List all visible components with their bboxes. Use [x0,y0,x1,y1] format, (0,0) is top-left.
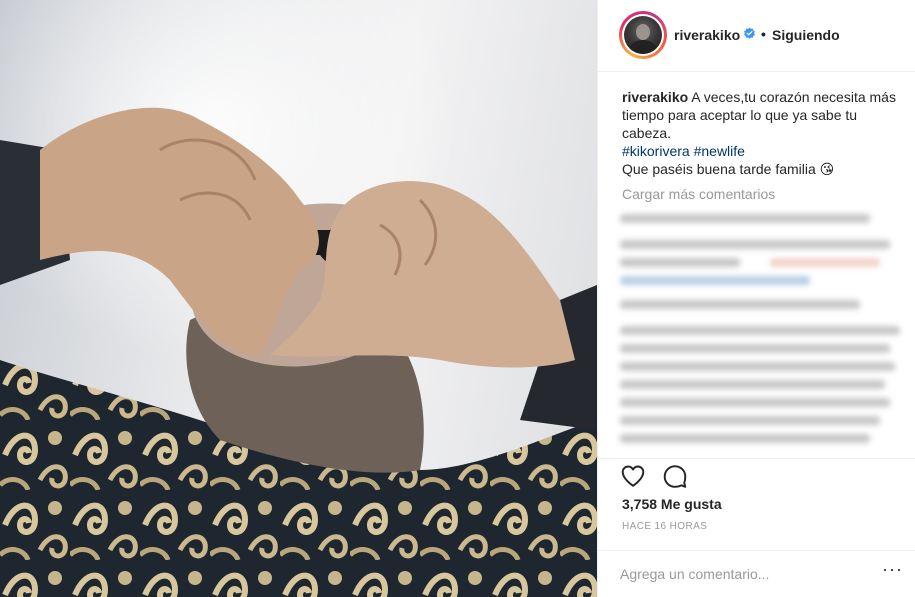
blurred-comments [620,208,910,458]
post-side-panel: riverakiko • Siguiendo riverakiko A vece… [597,0,915,597]
comments-section[interactable]: riverakiko A veces,tu corazón necesita m… [598,73,915,458]
load-more-comments-button[interactable]: Cargar más comentarios [622,186,775,202]
post-photo[interactable] [0,0,597,597]
caption-username[interactable]: riverakiko [622,89,688,105]
verified-badge-icon [744,27,755,39]
caption-closing: Que paséis buena tarde familia 😘 [622,161,835,177]
caption-hashtags[interactable]: #kikorivera #newlife [622,143,745,159]
post-header: riverakiko • Siguiendo [598,0,915,72]
add-comment-bar: ··· [598,550,915,597]
heart-hands-photo [0,107,597,597]
following-button[interactable]: Siguiendo [772,27,840,43]
comment-input[interactable] [620,563,860,585]
heart-icon[interactable] [620,463,646,489]
more-options-icon[interactable]: ··· [882,559,903,580]
comment-bubble-icon[interactable] [662,463,688,489]
separator-dot: • [761,26,766,42]
avatar-image [624,16,662,54]
post-caption: riverakiko A veces,tu corazón necesita m… [622,88,908,178]
avatar[interactable] [619,11,667,59]
post-timestamp[interactable]: HACE 16 HORAS [622,521,707,532]
post-actions: 3,758 Me gusta HACE 16 HORAS ··· [598,458,915,597]
likes-count[interactable]: 3,758 Me gusta [622,496,722,512]
username-link[interactable]: riverakiko [674,27,740,43]
